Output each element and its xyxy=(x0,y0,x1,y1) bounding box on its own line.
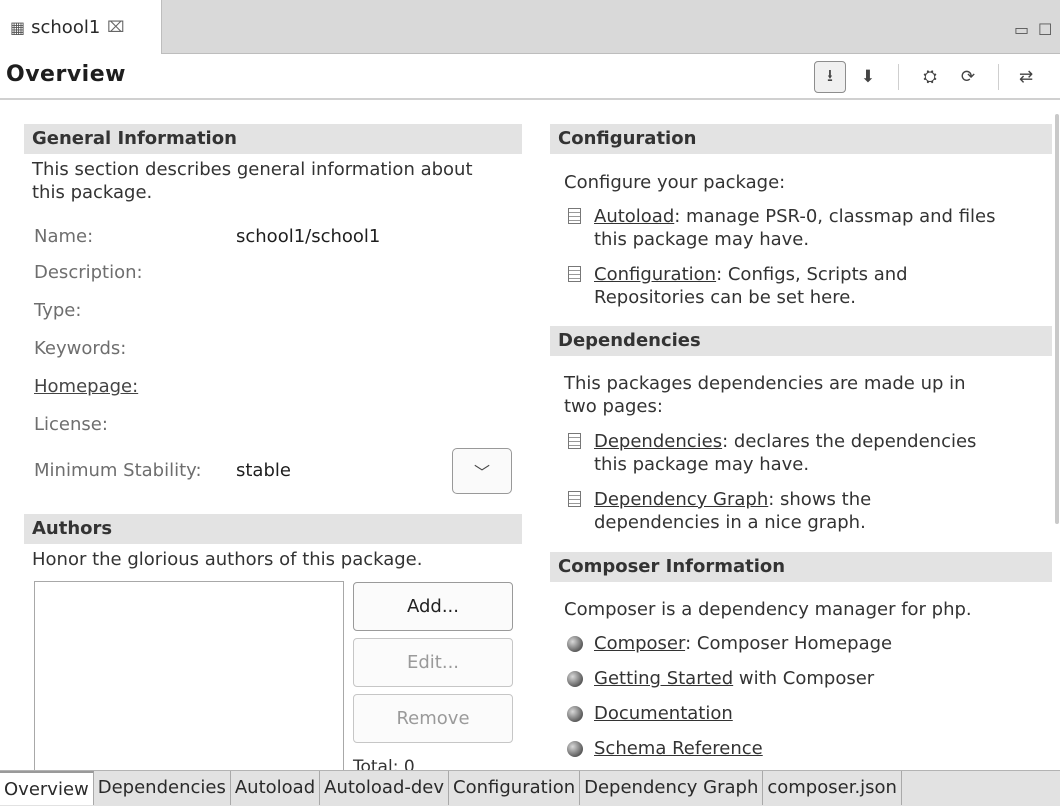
dependency-graph-description-cont: dependencies in a nice graph. xyxy=(594,512,866,533)
composer-item-getting-started: Getting Started with Composer xyxy=(594,667,874,690)
remove-author-button[interactable]: Remove xyxy=(353,694,513,743)
composer-intro: Composer is a dependency manager for php… xyxy=(564,599,972,620)
schema-reference-link[interactable]: Schema Reference xyxy=(594,738,763,759)
document-icon xyxy=(568,266,581,282)
tab-autoload-dev[interactable]: Autoload-dev xyxy=(320,771,450,805)
homepage-link[interactable]: Homepage: xyxy=(34,376,138,397)
toolbar-separator xyxy=(898,64,899,90)
type-label: Type: xyxy=(34,300,82,321)
description-label: Description: xyxy=(34,262,143,283)
document-icon xyxy=(568,208,581,224)
autoload-description: : manage PSR-0, classmap and files xyxy=(674,206,996,227)
tab-composer-json[interactable]: composer.json xyxy=(763,771,902,805)
composer-link-description: : Composer Homepage xyxy=(685,633,893,654)
dependency-graph-link[interactable]: Dependency Graph xyxy=(594,489,768,510)
configuration-intro: Configure your package: xyxy=(564,172,786,193)
page-tabs: Overview Dependencies Autoload Autoload-… xyxy=(0,770,1060,806)
dependencies-heading: Dependencies xyxy=(550,326,1052,356)
dependencies-item-dependencies: Dependencies: declares the dependencies … xyxy=(594,430,976,476)
close-icon[interactable]: ⌧ xyxy=(107,18,124,36)
name-label: Name: xyxy=(34,226,94,247)
composer-item-schema: Schema Reference xyxy=(594,737,763,760)
getting-started-link[interactable]: Getting Started xyxy=(594,668,733,689)
tab-dependency-graph[interactable]: Dependency Graph xyxy=(580,771,764,805)
composer-item-homepage: Composer: Composer Homepage xyxy=(594,632,892,655)
bullet-ball-icon xyxy=(567,706,583,722)
keywords-label: Keywords: xyxy=(34,338,127,359)
dependency-graph-description: : shows the xyxy=(768,489,872,510)
refresh-deps-icon[interactable]: ⟳ xyxy=(952,61,984,93)
configuration-item-configuration: Configuration: Configs, Scripts and Repo… xyxy=(594,263,908,309)
composer-information-heading: Composer Information xyxy=(550,552,1052,582)
chevron-down-icon: ﹀ xyxy=(473,463,490,482)
autoload-description-cont: this package may have. xyxy=(594,229,810,250)
dependencies-description: : declares the dependencies xyxy=(722,431,977,452)
download-icon[interactable]: ⬇ xyxy=(852,61,884,93)
dependencies-intro: This packages dependencies are made up i… xyxy=(564,372,966,418)
license-label: License: xyxy=(34,414,108,435)
minimum-stability-value[interactable]: stable xyxy=(236,460,291,481)
bullet-ball-icon xyxy=(567,741,583,757)
name-value[interactable]: school1/school1 xyxy=(236,226,380,247)
dependencies-intro-line2: two pages: xyxy=(564,396,663,417)
dependencies-link[interactable]: Dependencies xyxy=(594,431,722,452)
configuration-link[interactable]: Configuration xyxy=(594,264,716,285)
configuration-item-autoload: Autoload: manage PSR-0, classmap and fil… xyxy=(594,205,996,251)
document-icon xyxy=(568,433,581,449)
configuration-heading: Configuration xyxy=(550,124,1052,154)
general-information-heading: General Information xyxy=(24,124,522,154)
documentation-link[interactable]: Documentation xyxy=(594,703,733,724)
document-icon xyxy=(568,491,581,507)
authors-heading: Authors xyxy=(24,514,522,544)
vertical-scrollbar[interactable] xyxy=(1055,114,1059,524)
dependencies-description-cont: this package may have. xyxy=(594,454,810,475)
autoload-link[interactable]: Autoload xyxy=(594,206,674,227)
edit-author-button[interactable]: Edit... xyxy=(353,638,513,687)
general-information-description: This section describes general informati… xyxy=(32,159,473,203)
grid-icon: ▦ xyxy=(10,17,26,37)
bullet-ball-icon xyxy=(567,636,583,652)
maximize-icon[interactable]: ☐ xyxy=(1038,20,1052,39)
update-icon[interactable]: ⛭ xyxy=(914,61,946,93)
editor-tab-strip: ▦ school1 ⌧ ▭ ☐ xyxy=(0,0,1060,54)
form-header: Overview ⭳ ⬇ ⛭ ⟳ ⇄ xyxy=(0,54,1060,100)
sync-icon[interactable]: ⇄ xyxy=(1010,61,1042,93)
authors-list[interactable] xyxy=(34,581,344,771)
minimum-stability-label: Minimum Stability: xyxy=(34,460,202,481)
authors-description: Honor the glorious authors of this packa… xyxy=(32,549,423,570)
dependencies-intro-line1: This packages dependencies are made up i… xyxy=(564,373,966,394)
page-title: Overview xyxy=(6,62,126,87)
editor-tab-title: school1 xyxy=(31,16,101,38)
tab-autoload[interactable]: Autoload xyxy=(230,771,321,805)
configuration-description: : Configs, Scripts and xyxy=(716,264,908,285)
composer-link[interactable]: Composer xyxy=(594,633,685,654)
toolbar-separator xyxy=(998,64,999,90)
pointer-mode-icon[interactable]: ⭳ xyxy=(814,61,846,93)
composer-item-documentation: Documentation xyxy=(594,702,733,725)
editor-tab-school1[interactable]: ▦ school1 ⌧ xyxy=(0,0,162,54)
tab-overview[interactable]: Overview xyxy=(0,771,94,805)
stability-dropdown-button[interactable]: ﹀ xyxy=(452,448,512,494)
tab-dependencies[interactable]: Dependencies xyxy=(93,771,231,805)
dependencies-item-graph: Dependency Graph: shows the dependencies… xyxy=(594,488,871,534)
configuration-description-cont: Repositories can be set here. xyxy=(594,287,857,308)
add-author-button[interactable]: Add... xyxy=(353,582,513,631)
bullet-ball-icon xyxy=(567,671,583,687)
getting-started-description: with Composer xyxy=(733,668,875,689)
tab-configuration[interactable]: Configuration xyxy=(449,771,581,805)
minimize-icon[interactable]: ▭ xyxy=(1014,20,1029,39)
